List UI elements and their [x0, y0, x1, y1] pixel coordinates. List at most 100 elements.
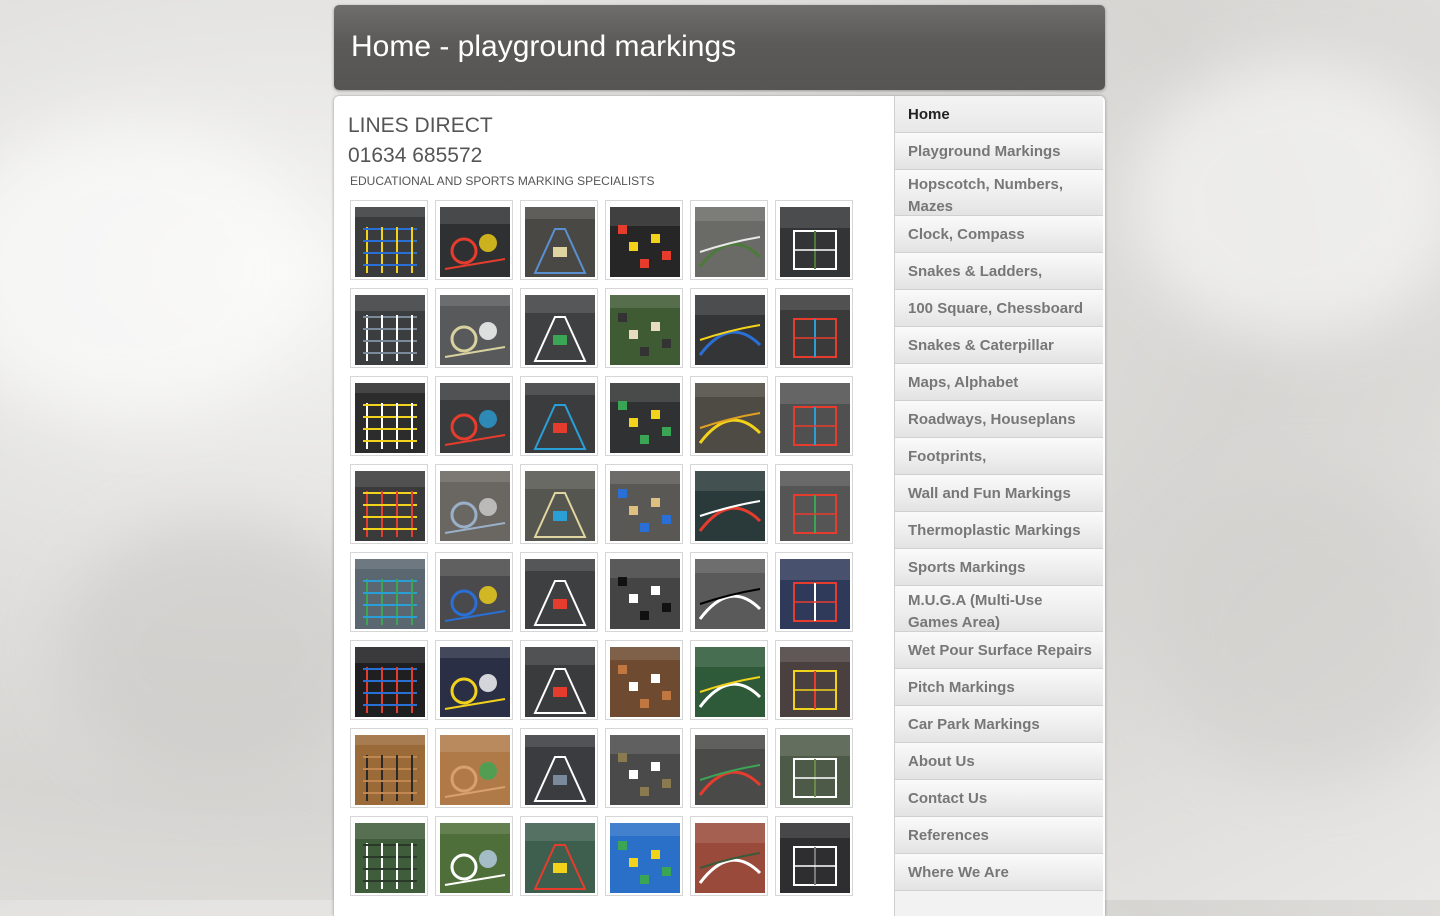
gallery-thumbnail[interactable]	[350, 376, 428, 456]
company-phone: 01634 685572	[348, 144, 483, 167]
gallery-thumbnail[interactable]	[435, 640, 513, 720]
target-thumb	[440, 559, 510, 629]
gallery-thumbnail[interactable]	[775, 200, 853, 280]
grid-marking-thumb	[355, 207, 425, 277]
gallery-thumbnail[interactable]	[605, 640, 683, 720]
sidebar-item-wet-pour-surface-repairs[interactable]: Wet Pour Surface Repairs	[895, 632, 1103, 669]
gallery-thumbnail[interactable]	[605, 552, 683, 632]
court-boxes-thumb	[525, 559, 595, 629]
gallery-thumbnail[interactable]	[605, 728, 683, 808]
grid-yellow-thumb	[695, 383, 765, 453]
gallery-thumbnail[interactable]	[435, 728, 513, 808]
gallery-thumbnail[interactable]	[350, 640, 428, 720]
gallery-thumbnail[interactable]	[775, 640, 853, 720]
sidebar-item-label: About Us	[908, 753, 975, 770]
sidebar-item-maps-alphabet[interactable]: Maps, Alphabet	[895, 364, 1103, 401]
maze-grass-thumb	[610, 295, 680, 365]
hall-lines-thumb	[780, 647, 850, 717]
gallery-thumbnail[interactable]	[605, 200, 683, 280]
roadway-thumb	[780, 207, 850, 277]
gallery-thumbnail[interactable]	[690, 376, 768, 456]
sidebar-item-snakes-caterpillar[interactable]: Snakes & Caterpillar	[895, 327, 1103, 364]
compass-thumb	[780, 383, 850, 453]
gallery-thumbnail[interactable]	[520, 376, 598, 456]
sidebar-item-clock-compass[interactable]: Clock, Compass	[895, 216, 1103, 253]
gallery-thumbnail[interactable]	[775, 464, 853, 544]
gallery-thumbnail[interactable]	[605, 464, 683, 544]
sidebar-item-100-square-chessboard[interactable]: 100 Square, Chessboard	[895, 290, 1103, 327]
parquet-thumb	[440, 735, 510, 805]
gallery-thumbnail[interactable]	[520, 816, 598, 896]
gallery-thumbnail[interactable]	[775, 288, 853, 368]
gallery-thumbnail[interactable]	[775, 816, 853, 896]
gallery-thumbnail[interactable]	[435, 552, 513, 632]
gallery-thumbnail[interactable]	[520, 200, 598, 280]
blue-court-thumb	[610, 823, 680, 893]
gallery-thumbnail[interactable]	[435, 816, 513, 896]
park-path-thumb	[695, 207, 765, 277]
sidebar-item-label: Contact Us	[908, 790, 988, 807]
gallery-thumbnail[interactable]	[520, 552, 598, 632]
site-header: Home - playground markings	[334, 5, 1105, 90]
sports-hall-thumb	[610, 647, 680, 717]
gallery-thumbnail[interactable]	[520, 728, 598, 808]
gallery-thumbnail[interactable]	[520, 288, 598, 368]
gallery-thumbnail[interactable]	[690, 640, 768, 720]
rainbow-track-thumb	[695, 735, 765, 805]
sidebar-item-about-us[interactable]: About Us	[895, 743, 1103, 780]
gallery-thumbnail[interactable]	[350, 552, 428, 632]
sidebar-item-contact-us[interactable]: Contact Us	[895, 780, 1103, 817]
gallery-thumbnail[interactable]	[435, 288, 513, 368]
lettering-thumb	[440, 295, 510, 365]
number-grid-thumb	[780, 559, 850, 629]
sidebar-item-label: Pitch Markings	[908, 679, 1015, 696]
gallery-thumbnail[interactable]	[435, 376, 513, 456]
car-park-thumb	[780, 823, 850, 893]
sidebar-item-sports-markings[interactable]: Sports Markings	[895, 549, 1103, 586]
gallery-thumbnail[interactable]	[690, 728, 768, 808]
gallery-thumbnail[interactable]	[520, 464, 598, 544]
sidebar-item-pitch-markings[interactable]: Pitch Markings	[895, 669, 1103, 706]
sidebar-item-references[interactable]: References	[895, 817, 1103, 854]
outdoor-court-thumb	[780, 735, 850, 805]
sidebar-item-where-we-are[interactable]: Where We Are	[895, 854, 1103, 891]
gallery-thumbnail[interactable]	[435, 464, 513, 544]
gallery-thumbnail[interactable]	[690, 288, 768, 368]
gallery-thumbnail[interactable]	[690, 200, 768, 280]
sidebar-item-roadways-houseplans[interactable]: Roadways, Houseplans	[895, 401, 1103, 438]
gallery-thumbnail[interactable]	[605, 376, 683, 456]
olympic-rings-thumb	[525, 823, 595, 893]
gallery-thumbnail[interactable]	[690, 464, 768, 544]
gallery-thumbnail[interactable]	[775, 376, 853, 456]
sidebar-item-label: Roadways, Houseplans	[908, 411, 1076, 428]
sidebar-item-snakes-ladders[interactable]: Snakes & Ladders,	[895, 253, 1103, 290]
sidebar-item-label: Maps, Alphabet	[908, 374, 1019, 391]
gallery-thumbnail[interactable]	[690, 816, 768, 896]
tennis-court-thumb	[695, 823, 765, 893]
dots-thumb	[695, 295, 765, 365]
gallery-thumbnail[interactable]	[520, 640, 598, 720]
sidebar-item-playground-markings[interactable]: Playground Markings	[895, 133, 1103, 170]
sidebar-item-home[interactable]: Home	[895, 96, 1103, 133]
gallery-thumbnail[interactable]	[350, 728, 428, 808]
gallery-thumbnail[interactable]	[350, 200, 428, 280]
gallery-thumbnail[interactable]	[350, 464, 428, 544]
gallery-thumbnail[interactable]	[350, 816, 428, 896]
gallery-thumbnail[interactable]	[605, 816, 683, 896]
sidebar-item-footprints[interactable]: Footprints,	[895, 438, 1103, 475]
sidebar-item-label: Thermoplastic Markings	[908, 522, 1081, 539]
sidebar-item-m-u-g-a-multi-use-games-area[interactable]: M.U.G.A (Multi-Use Games Area)	[895, 586, 1103, 632]
sidebar-item-hopscotch-numbers-mazes[interactable]: Hopscotch, Numbers, Mazes	[895, 170, 1103, 216]
gallery-thumbnail[interactable]	[775, 552, 853, 632]
sidebar-item-wall-and-fun-markings[interactable]: Wall and Fun Markings	[895, 475, 1103, 512]
checker-thumb	[695, 559, 765, 629]
gallery-thumbnail[interactable]	[350, 288, 428, 368]
square-100-thumb	[610, 471, 680, 541]
sidebar-item-thermoplastic-markings[interactable]: Thermoplastic Markings	[895, 512, 1103, 549]
gallery-thumbnail[interactable]	[605, 288, 683, 368]
gallery-thumbnail[interactable]	[775, 728, 853, 808]
sidebar-item-car-park-markings[interactable]: Car Park Markings	[895, 706, 1103, 743]
gallery-thumbnail[interactable]	[690, 552, 768, 632]
gallery-thumbnail[interactable]	[435, 200, 513, 280]
courtyard-thumb	[525, 207, 595, 277]
